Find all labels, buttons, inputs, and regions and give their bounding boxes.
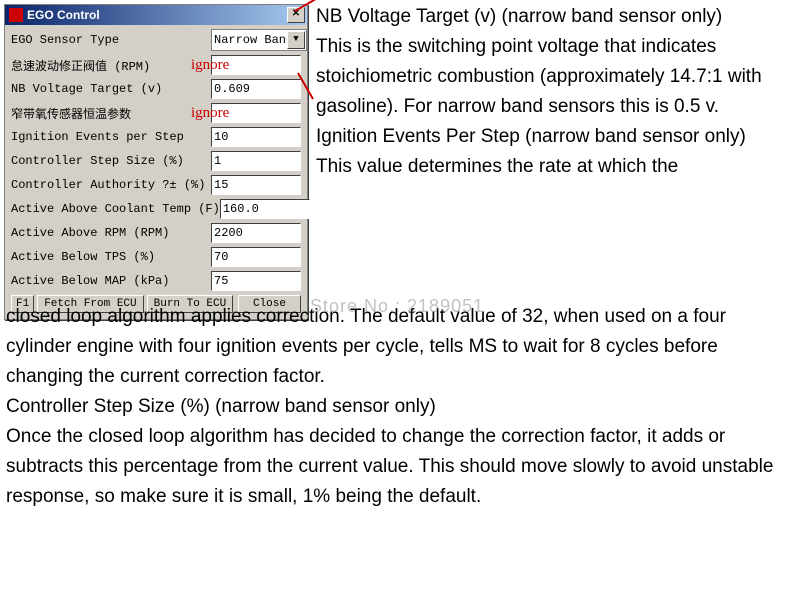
ego-control-dialog: EGO Control ✕ EGO Sensor TypeNarrow Band… bbox=[4, 4, 308, 320]
ego-sensor-type-select[interactable]: Narrow Band▼ bbox=[211, 29, 307, 51]
form-row: Controller Authority ?± (%) bbox=[11, 175, 301, 195]
field-label: NB Voltage Target (v) bbox=[11, 82, 211, 96]
form-row: Active Below TPS (%) bbox=[11, 247, 301, 267]
doc-text-bottom: closed loop algorithm applies correction… bbox=[6, 302, 792, 512]
chevron-down-icon[interactable]: ▼ bbox=[287, 31, 305, 49]
form-row: NB Voltage Target (v) bbox=[11, 79, 301, 99]
field-label: Active Above RPM (RPM) bbox=[11, 226, 211, 240]
ignore-annotation: ignore bbox=[191, 105, 229, 122]
form-body: EGO Sensor TypeNarrow Band▼怠速波动修正阀值 (RPM… bbox=[5, 25, 307, 319]
field-input[interactable] bbox=[211, 127, 301, 147]
doc-text-top: NB Voltage Target (v) (narrow band senso… bbox=[316, 2, 794, 182]
field-input-wrap bbox=[211, 175, 301, 195]
field-input[interactable] bbox=[211, 151, 301, 171]
form-row: EGO Sensor TypeNarrow Band▼ bbox=[11, 29, 301, 51]
titlebar[interactable]: EGO Control ✕ bbox=[5, 5, 307, 25]
ignore-annotation: ignore bbox=[191, 57, 229, 74]
field-label: Active Below TPS (%) bbox=[11, 250, 211, 264]
field-input-wrap bbox=[211, 79, 301, 99]
field-input-wrap: Narrow Band▼ bbox=[211, 29, 301, 51]
field-input[interactable] bbox=[211, 247, 301, 267]
field-input-wrap bbox=[220, 199, 310, 219]
field-label: Controller Step Size (%) bbox=[11, 154, 211, 168]
field-input[interactable] bbox=[211, 79, 301, 99]
field-input[interactable] bbox=[220, 199, 310, 219]
titlebar-title: EGO Control bbox=[27, 8, 287, 22]
form-row: Controller Step Size (%) bbox=[11, 151, 301, 171]
field-label: Active Above Coolant Temp (F) bbox=[11, 202, 220, 216]
field-label: Controller Authority ?± (%) bbox=[11, 178, 211, 192]
field-input[interactable] bbox=[211, 271, 301, 291]
field-label: Active Below MAP (kPa) bbox=[11, 274, 211, 288]
field-input[interactable] bbox=[211, 175, 301, 195]
field-label: 怠速波动修正阀值 (RPM) bbox=[11, 57, 211, 74]
field-label: Ignition Events per Step bbox=[11, 130, 211, 144]
form-row: Active Above Coolant Temp (F) bbox=[11, 199, 301, 219]
field-input-wrap bbox=[211, 151, 301, 171]
field-input[interactable] bbox=[211, 223, 301, 243]
field-label: 窄带氧传感器恒温参数 bbox=[11, 105, 211, 122]
form-row: Ignition Events per Step bbox=[11, 127, 301, 147]
form-row: 怠速波动修正阀值 (RPM)ignore bbox=[11, 55, 301, 75]
field-input-wrap bbox=[211, 247, 301, 267]
form-row: Active Below MAP (kPa) bbox=[11, 271, 301, 291]
select-value: Narrow Band bbox=[214, 33, 293, 47]
field-input-wrap bbox=[211, 127, 301, 147]
app-icon bbox=[9, 8, 23, 22]
form-row: 窄带氧传感器恒温参数ignore bbox=[11, 103, 301, 123]
field-label: EGO Sensor Type bbox=[11, 33, 211, 47]
field-input-wrap bbox=[211, 271, 301, 291]
form-row: Active Above RPM (RPM) bbox=[11, 223, 301, 243]
field-input-wrap bbox=[211, 223, 301, 243]
